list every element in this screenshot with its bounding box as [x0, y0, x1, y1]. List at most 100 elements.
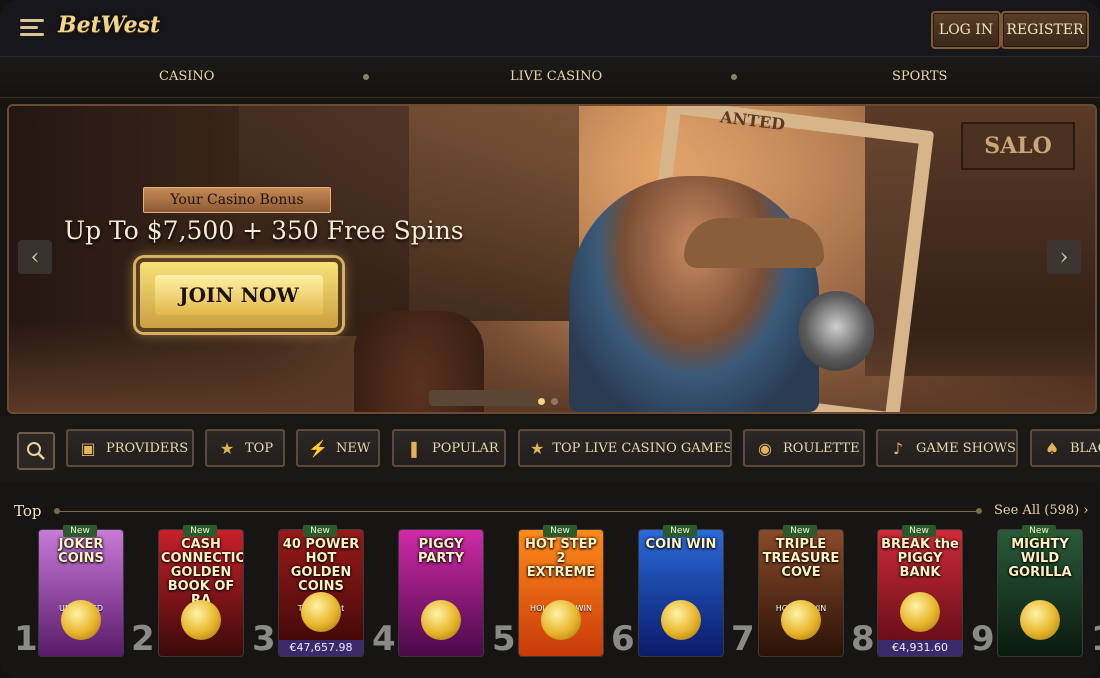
microphone-icon: ♪ — [892, 438, 904, 458]
rank-number: 2 — [131, 619, 155, 659]
see-all-label: See All (598) — [994, 503, 1080, 518]
game-art — [781, 600, 821, 640]
join-now-label: JOIN NOW — [155, 275, 323, 315]
chevron-right-icon: › — [1083, 503, 1089, 518]
new-badge: New — [902, 525, 936, 537]
login-button[interactable]: LOG IN — [931, 11, 1001, 49]
category-roulette[interactable]: ◉ ROULETTE — [743, 429, 865, 467]
rank-number: 6 — [611, 619, 635, 659]
game-title: COIN WIN — [645, 537, 717, 552]
category-label: TOP LIVE CASINO GAMES — [552, 440, 732, 456]
section-title: Top — [14, 502, 42, 520]
nav-divider-dot — [363, 74, 369, 80]
wanted-text: ANTED — [719, 107, 787, 135]
game-tile[interactable]: COIN WIN — [638, 529, 724, 657]
game-tile[interactable]: MIGHTY WILD GORILLA — [997, 529, 1083, 657]
logo[interactable]: BetWest — [58, 12, 160, 38]
new-badge: New — [783, 525, 817, 537]
game-title: CASH CONNECTION GOLDEN BOOK OF RA — [161, 537, 243, 608]
banner-raccoon — [799, 291, 874, 371]
game-tile[interactable]: TRIPLE TREASURE COVEHOLD & WIN — [758, 529, 844, 657]
search-icon[interactable] — [17, 432, 55, 470]
game-art — [1020, 600, 1060, 640]
app-frame: BetWest LOG IN REGISTER CASINO LIVE CASI… — [0, 0, 1100, 678]
carousel-dot[interactable] — [551, 398, 558, 405]
category-blackjack[interactable]: ♠ BLAC — [1030, 429, 1100, 467]
chevron-left-icon[interactable]: ‹ — [18, 240, 52, 274]
category-label: PROVIDERS — [106, 440, 189, 456]
category-game-shows[interactable]: ♪ GAME SHOWS — [876, 429, 1018, 467]
main-nav: CASINO LIVE CASINO SPORTS — [0, 57, 1100, 98]
game-tile[interactable]: PIGGY PARTY — [398, 529, 484, 657]
menu-icon[interactable] — [20, 19, 44, 37]
category-label: NEW — [336, 440, 371, 456]
banner-headline: Up To $7,500 + 350 Free Spins — [64, 216, 464, 245]
rank-number: 1 — [1091, 622, 1100, 656]
rank-number: 9 — [971, 619, 995, 659]
game-art — [181, 600, 221, 640]
jackpot-amount: €4,931.60 — [878, 640, 962, 656]
new-badge: New — [543, 525, 577, 537]
nav-divider-dot — [731, 74, 737, 80]
star-icon: ★ — [219, 438, 235, 458]
nav-live-casino[interactable]: LIVE CASINO — [510, 69, 602, 84]
roulette-icon: ◉ — [758, 438, 772, 458]
banner-building — [409, 106, 579, 321]
book-icon: ▣ — [80, 438, 96, 458]
carousel-dot[interactable] — [538, 398, 545, 405]
game-tile[interactable]: BREAK the PIGGY BANK €4,931.60 — [877, 529, 963, 657]
game-title: PIGGY PARTY — [417, 537, 465, 566]
game-title: HOT STEP 2 EXTREME — [525, 537, 597, 580]
category-label: BLAC — [1070, 440, 1100, 456]
game-art — [900, 592, 940, 632]
rank-number: 3 — [252, 619, 276, 659]
game-title: JOKER COINS — [58, 537, 104, 566]
rank-number: 1 — [14, 619, 38, 659]
category-providers[interactable]: ▣ PROVIDERS — [66, 429, 194, 467]
category-top-live-casino-games[interactable]: ★ TOP LIVE CASINO GAMES — [518, 429, 732, 467]
game-art — [61, 600, 101, 640]
game-tile[interactable]: HOT STEP 2 EXTREMEHOLD AND WIN — [518, 529, 604, 657]
new-badge: New — [183, 525, 217, 537]
nav-sports[interactable]: SPORTS — [892, 69, 947, 84]
category-label: TOP — [245, 440, 274, 456]
new-badge: New — [303, 525, 337, 537]
star-icon: ★ — [530, 438, 545, 458]
game-tile[interactable]: 40 POWER HOT GOLDEN COINSTriple Boost€47… — [278, 529, 364, 657]
new-badge: New — [1022, 525, 1056, 537]
category-popular[interactable]: ❚ POPULAR — [392, 429, 506, 467]
cards-icon: ♠ — [1044, 438, 1060, 458]
section-divider — [54, 508, 982, 514]
carousel-dots — [538, 390, 564, 409]
rank-number: 8 — [851, 619, 875, 659]
game-tile[interactable]: CASH CONNECTION GOLDEN BOOK OF RA — [158, 529, 244, 657]
new-badge: New — [663, 525, 697, 537]
lightning-icon: ⚡ — [308, 438, 328, 458]
category-label: ROULETTE — [783, 440, 860, 456]
game-title: MIGHTY WILD GORILLA — [1008, 537, 1072, 580]
chevron-right-icon[interactable]: › — [1047, 240, 1081, 274]
see-all-link[interactable]: See All (598) › — [994, 503, 1089, 518]
rank-number: 7 — [731, 619, 755, 659]
new-badge: New — [63, 525, 97, 537]
jackpot-amount: €47,657.98 — [279, 640, 363, 656]
banner-hitching-post — [429, 390, 539, 406]
game-art — [541, 600, 581, 640]
category-top[interactable]: ★ TOP — [205, 429, 285, 467]
banner-hat — [684, 218, 824, 268]
join-now-button[interactable]: JOIN NOW — [136, 258, 342, 332]
rank-number: 5 — [492, 619, 516, 659]
category-label: POPULAR — [432, 440, 499, 456]
dynamite-icon: ❚ — [407, 438, 421, 458]
register-button[interactable]: REGISTER — [1001, 11, 1089, 49]
game-art — [661, 600, 701, 640]
bonus-tag: Your Casino Bonus — [143, 187, 331, 213]
game-tile[interactable]: JOKER COINSUNLIMITED FORTUNE — [38, 529, 124, 657]
category-new[interactable]: ⚡ NEW — [296, 429, 380, 467]
banner-cowboy — [569, 176, 819, 412]
rank-number: 4 — [372, 619, 396, 659]
header: BetWest LOG IN REGISTER — [0, 0, 1100, 57]
category-label: GAME SHOWS — [916, 440, 1016, 456]
game-title: BREAK the PIGGY BANK — [881, 537, 959, 580]
nav-casino[interactable]: CASINO — [159, 69, 214, 84]
